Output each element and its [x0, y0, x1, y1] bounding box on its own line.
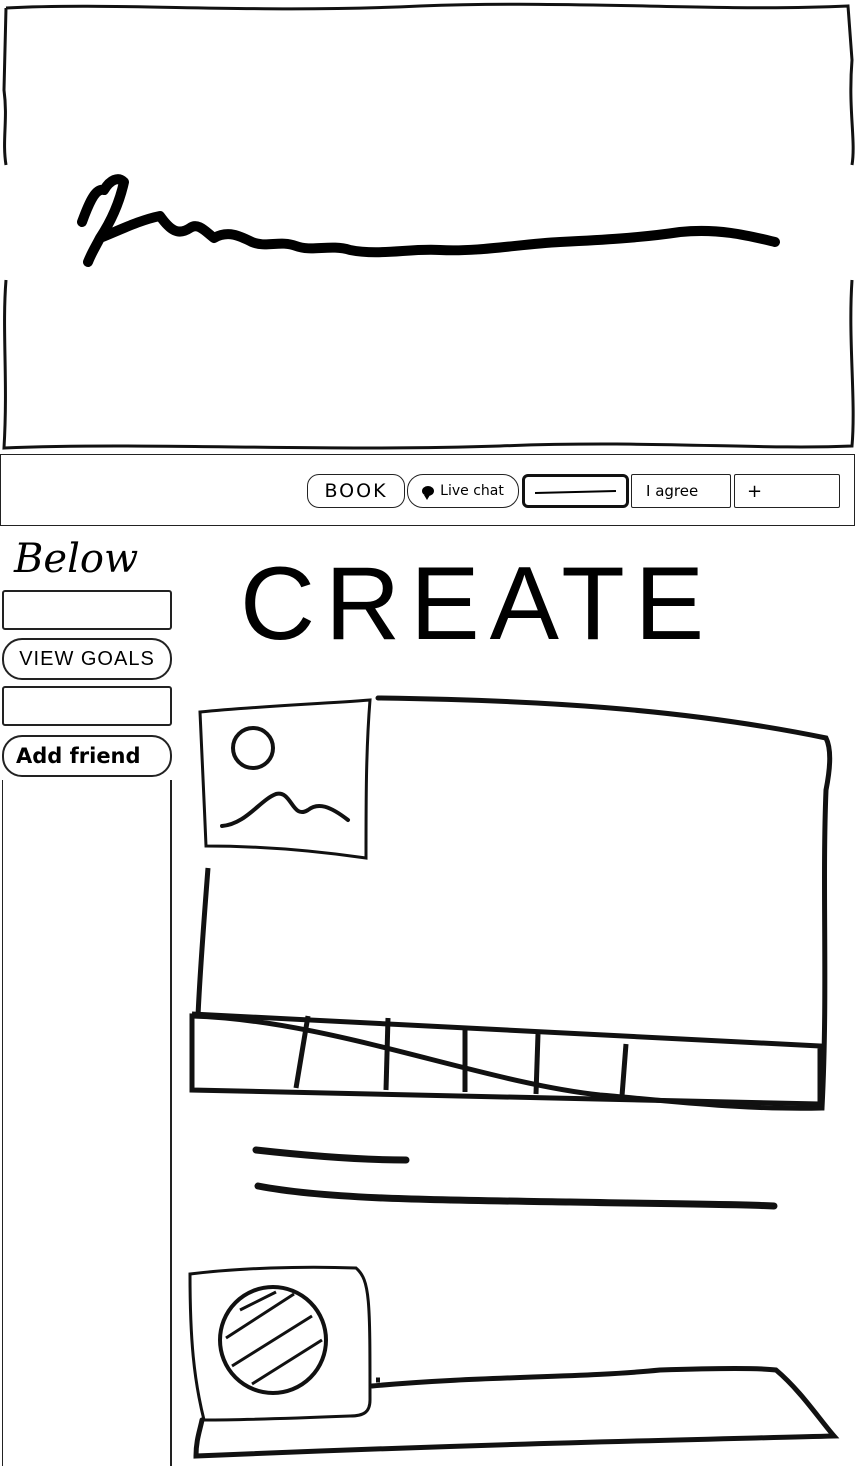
page-title: CREATE: [240, 546, 715, 662]
sidebar-input-2[interactable]: [2, 686, 172, 726]
profile-row: [180, 1260, 850, 1466]
book-button[interactable]: BOOK: [307, 474, 405, 508]
chat-bubble-icon: [422, 486, 435, 500]
view-goals-button[interactable]: VIEW GOALS: [2, 638, 172, 680]
content-card: [180, 690, 850, 1120]
toolbar-text-field[interactable]: [522, 474, 629, 508]
live-chat-button[interactable]: Live chat: [407, 474, 519, 508]
image-placeholder-icon: [198, 698, 372, 860]
signature-icon: [77, 174, 780, 267]
add-friend-button[interactable]: Add friend: [2, 735, 172, 777]
hero-banner-frame: [2, 2, 855, 450]
live-chat-label: Live chat: [440, 483, 504, 499]
sidebar-title: Below: [14, 536, 139, 582]
text-placeholder-line: [534, 489, 617, 495]
text-placeholder: [250, 1140, 790, 1220]
add-input[interactable]: +: [734, 474, 840, 508]
hero-banner: [0, 0, 857, 454]
agree-checkbox[interactable]: I agree: [631, 474, 731, 508]
sidebar-input-1[interactable]: [2, 590, 172, 630]
top-toolbar: BOOK Live chat I agree +: [0, 454, 855, 526]
sidebar-panel: [2, 780, 172, 1466]
